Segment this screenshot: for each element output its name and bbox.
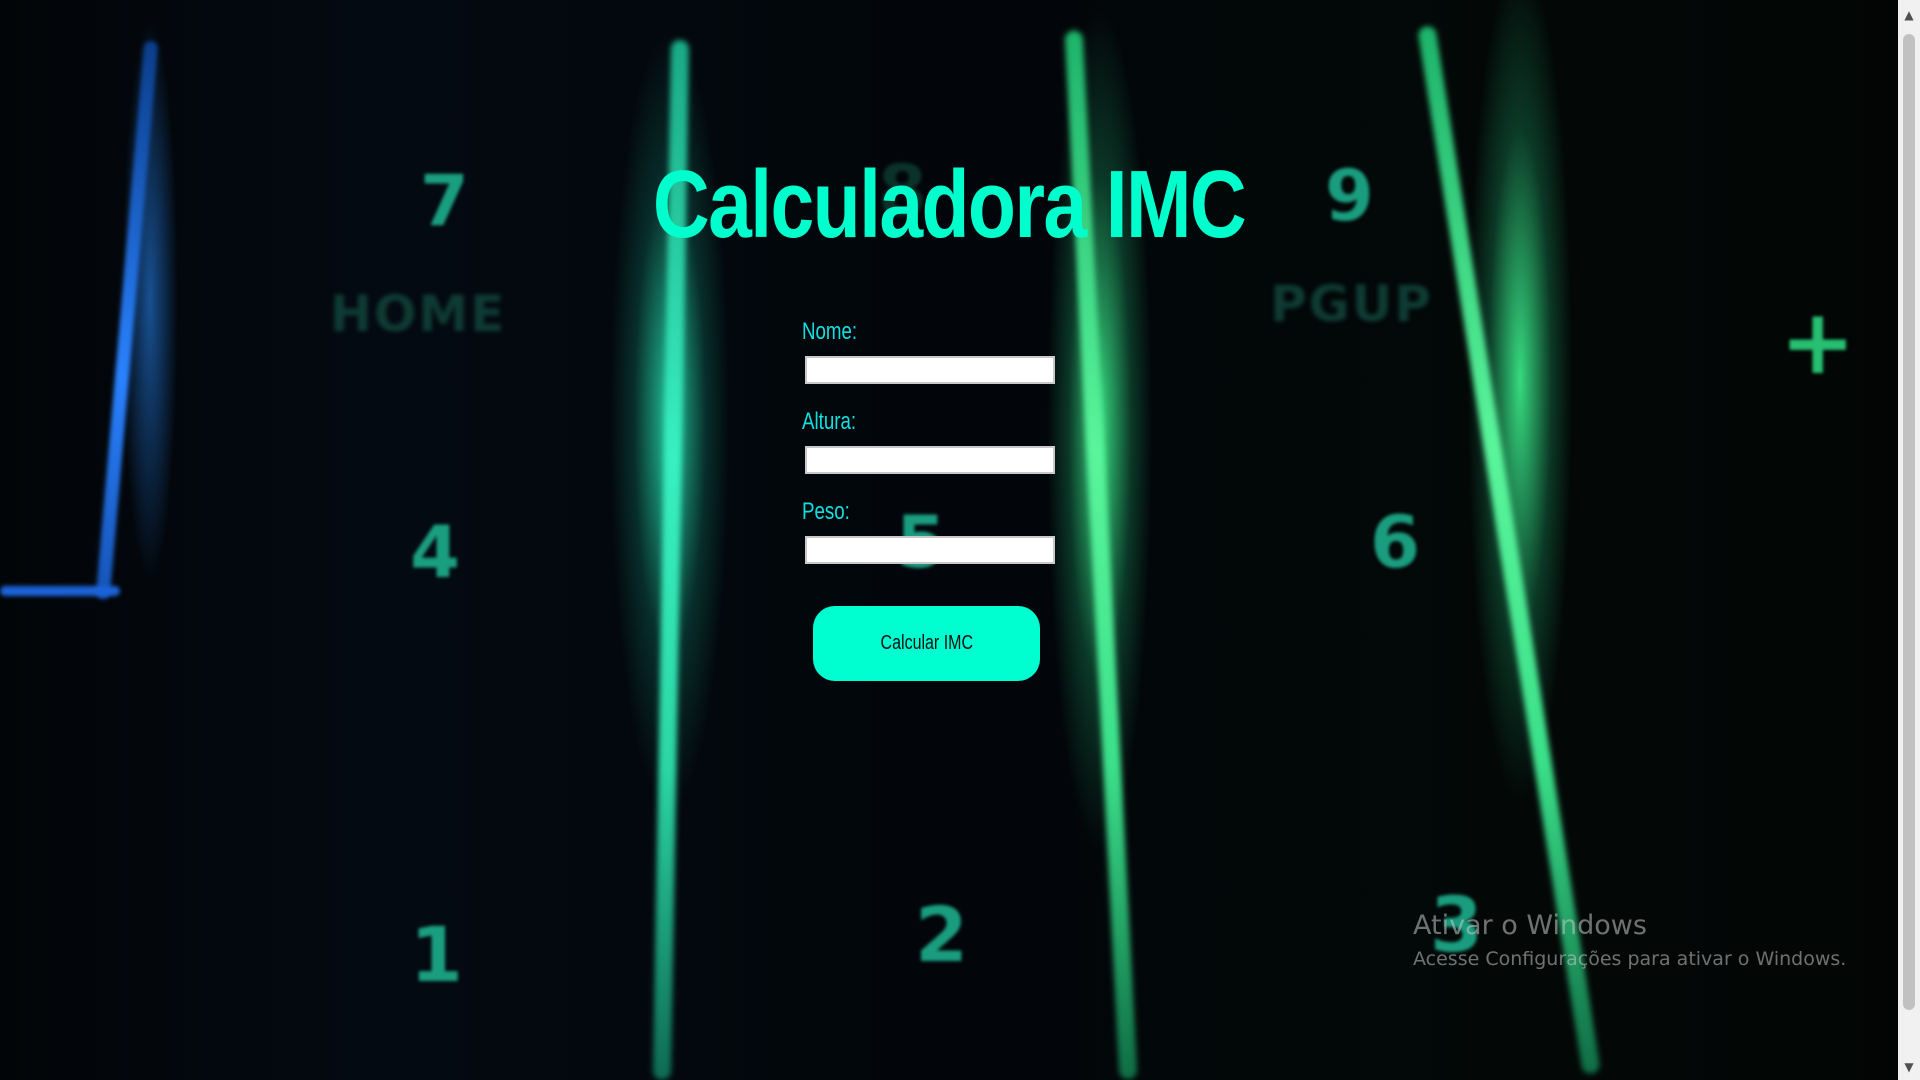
page-viewport: 7 8 9 4 5 6 1 2 3 + HOME PGUP Calculador… [0, 0, 1898, 1080]
key-4: 4 [410, 510, 461, 594]
watermark-title: Ativar o Windows [1413, 910, 1647, 941]
windows-activation-watermark: Ativar o Windows Acesse Configurações pa… [1413, 908, 1846, 974]
blue-glow-base [0, 586, 120, 596]
name-input[interactable] [805, 356, 1055, 384]
weight-label: Peso: [802, 498, 850, 525]
key-2: 2 [915, 890, 968, 979]
key-plus: + [1780, 290, 1856, 395]
page-title: Calculadora IMC [652, 151, 1247, 258]
key-6: 6 [1370, 500, 1421, 584]
height-input[interactable] [805, 446, 1055, 474]
calculate-imc-button[interactable]: Calcular IMC [813, 606, 1040, 681]
height-label: Altura: [802, 408, 857, 435]
blue-glow-line [95, 40, 159, 600]
calculate-imc-label: Calcular IMC [880, 632, 973, 654]
scroll-down-icon[interactable]: ▼ [1898, 1056, 1920, 1078]
name-label: Nome: [802, 318, 858, 345]
key-1: 1 [410, 910, 463, 999]
imc-form: Nome: Altura: Peso: [802, 318, 1062, 588]
key-sublabel-pgup: PGUP [1270, 275, 1433, 333]
scrollbar-thumb[interactable] [1903, 34, 1915, 1010]
key-sublabel-home: HOME [330, 285, 507, 343]
weight-input[interactable] [805, 536, 1055, 564]
vertical-scrollbar[interactable]: ▲ ▼ [1898, 0, 1920, 1080]
watermark-subtitle: Acesse Configurações para ativar o Windo… [1413, 948, 1847, 970]
scroll-up-icon[interactable]: ▲ [1898, 4, 1920, 26]
